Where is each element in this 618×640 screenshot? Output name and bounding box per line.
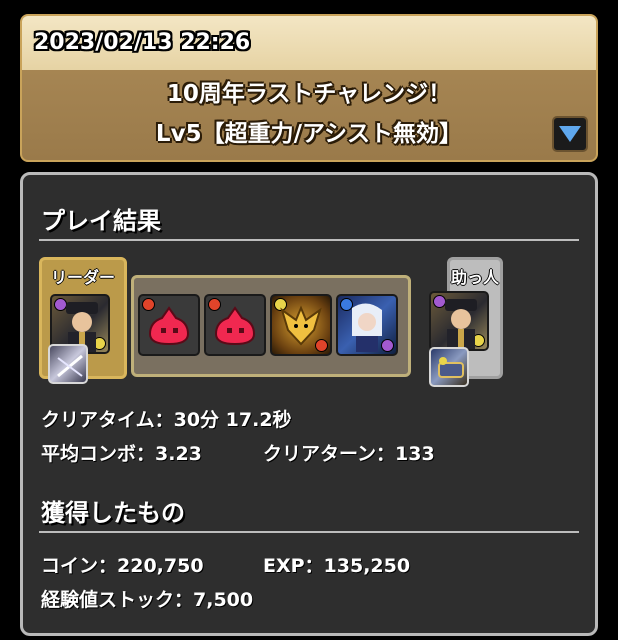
golden-dragon-icon bbox=[280, 305, 322, 346]
friend-label: 助っ人 bbox=[450, 268, 499, 287]
sub-members bbox=[131, 275, 411, 377]
friend-assist-icon[interactable] bbox=[429, 347, 469, 387]
white-haired-girl-icon bbox=[352, 303, 382, 352]
dungeon-level: Lv5【超重力/アシスト無効】 bbox=[155, 121, 463, 147]
divider bbox=[39, 239, 579, 241]
triangle-down-icon bbox=[559, 126, 581, 142]
rewards-title: 獲得したもの bbox=[41, 499, 185, 527]
red-slime-icon bbox=[214, 306, 256, 346]
red-slime-icon bbox=[148, 306, 190, 346]
leader-assist-icon[interactable] bbox=[48, 344, 88, 384]
character-portrait-icon bbox=[445, 299, 477, 349]
play-result-title: プレイ結果 bbox=[41, 207, 161, 235]
friend-monster-icon[interactable] bbox=[429, 291, 489, 351]
leader-label: リーダー bbox=[50, 268, 115, 287]
divider bbox=[39, 531, 579, 533]
sub-slot-1[interactable] bbox=[138, 294, 200, 356]
dungeon-title: 10周年ラストチャレンジ！ bbox=[166, 81, 452, 107]
dropdown-button[interactable] bbox=[552, 116, 588, 152]
leader-slot[interactable]: リーダー bbox=[39, 257, 127, 384]
clear-time: クリアタイム：30分 17.2秒 bbox=[41, 409, 292, 431]
exp-stock: 経験値ストック：7,500 bbox=[41, 589, 254, 611]
armored-weapon-icon bbox=[438, 357, 464, 378]
clear-datetime: 2023/02/13 22:26 bbox=[34, 30, 251, 55]
clear-turns: クリアターン：133 bbox=[263, 443, 435, 465]
sub-slot-2[interactable] bbox=[204, 294, 266, 356]
exp-reward: EXP：135,250 bbox=[263, 555, 411, 577]
result-panel: プレイ結果 リーダー 助っ人 クリアタイム：30分 17.2秒 平均コンボ：3.… bbox=[20, 172, 598, 636]
coin-reward: コイン：220,750 bbox=[41, 555, 204, 577]
sub-slot-4[interactable] bbox=[336, 294, 398, 356]
dungeon-header: 2023/02/13 22:26 10周年ラストチャレンジ！ Lv5【超重力/ア… bbox=[20, 14, 598, 162]
dungeon-name: 10周年ラストチャレンジ！ Lv5【超重力/アシスト無効】 bbox=[22, 74, 596, 154]
sub-slot-3[interactable] bbox=[270, 294, 332, 356]
crossed-blades-icon bbox=[57, 354, 83, 378]
average-combo: 平均コンボ：3.23 bbox=[41, 443, 202, 465]
